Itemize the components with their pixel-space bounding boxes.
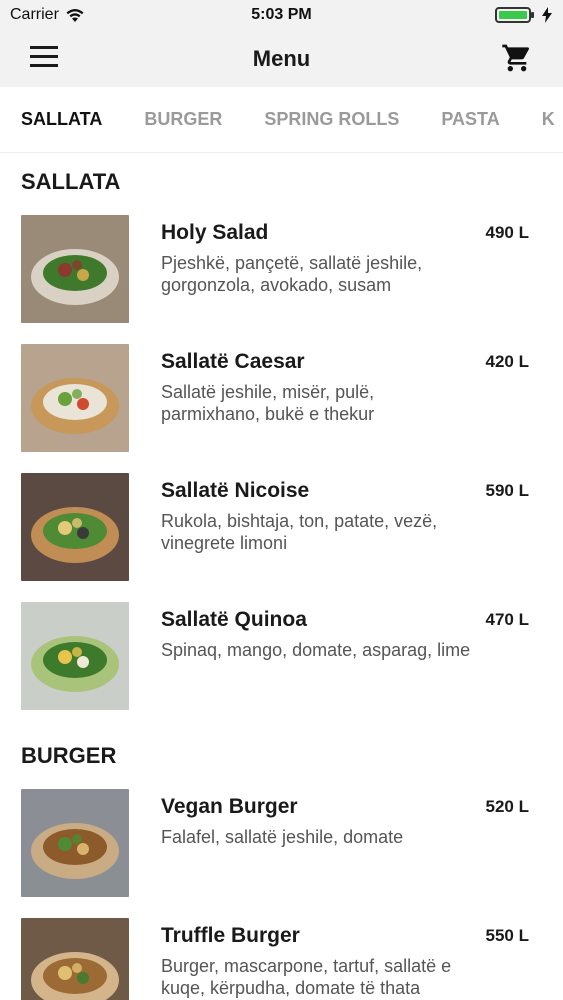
category-tabs: SALLATA BURGER SPRING ROLLS PASTA K — [0, 87, 563, 153]
item-name: Sallatë Nicoise — [161, 479, 310, 502]
wifi-icon — [66, 8, 84, 22]
battery-level — [499, 11, 527, 19]
item-name: Holy Salad — [161, 221, 269, 244]
nav-bar: Menu — [0, 30, 563, 87]
item-description: Sallatë jeshile, misër, pulë, parmixhano… — [161, 382, 375, 424]
menu-item[interactable]: Sallatë Nicoise Rukola, bishtaja, ton, pa… — [0, 469, 563, 598]
food-thumbnail — [21, 473, 129, 581]
item-description: Rukola, bishtaja, ton, patate, vezë, vin… — [161, 511, 438, 553]
menu-item[interactable]: Sallatë Caesar Sallatë jeshile, misër, pu… — [0, 340, 563, 469]
item-price: 470 L — [485, 610, 529, 629]
section-title-sallata: SALLATA — [21, 169, 121, 194]
item-description: Pjeshkë, pançetë, sallatë jeshile, gorgo… — [161, 253, 423, 295]
cart-icon[interactable] — [501, 42, 533, 74]
item-name: Vegan Burger — [161, 795, 298, 818]
menu-item[interactable]: Truffle Burger Burger, mascarpone, tartuf… — [0, 914, 563, 1000]
menu-item[interactable]: Vegan Burger Falafel, sallatë jeshile, do… — [0, 785, 563, 914]
charging-bolt-icon — [542, 7, 552, 23]
hamburger-icon[interactable] — [30, 46, 58, 70]
menu-item[interactable]: Holy Salad Pjeshkë, pançetë, sallatë jesh… — [0, 211, 563, 340]
food-thumbnail — [21, 344, 129, 452]
item-price: 550 L — [485, 926, 529, 945]
item-description: Falafel, sallatë jeshile, domate — [161, 827, 404, 847]
food-thumbnail — [21, 789, 129, 897]
tab-sallata[interactable]: SALLATA — [21, 109, 102, 130]
battery-icon — [495, 7, 534, 23]
tab-pasta[interactable]: PASTA — [441, 109, 499, 130]
item-description: Spinaq, mango, domate, asparag, lime — [161, 640, 471, 660]
tab-spring-rolls[interactable]: SPRING ROLLS — [264, 109, 399, 130]
item-name: Sallatë Caesar — [161, 350, 305, 373]
food-thumbnail — [21, 215, 129, 323]
item-name: Sallatë Quinoa — [161, 608, 307, 631]
item-description: Burger, mascarpone, tartuf, sallatë e ku… — [161, 956, 452, 998]
food-thumbnail — [21, 918, 129, 1000]
tab-k[interactable]: K — [542, 109, 555, 130]
page-title: Menu — [252, 45, 311, 71]
menu-item[interactable]: Sallatë Quinoa Spinaq, mango, domate, asp… — [0, 598, 563, 727]
status-left: Carrier — [10, 6, 85, 24]
status-bar: Carrier 5:03 PM — [0, 0, 563, 30]
carrier-label: Carrier — [10, 6, 59, 23]
menu-list: SALLATA Holy Salad Pjeshkë, pançetë, salla… — [0, 153, 563, 1000]
tab-burger[interactable]: BURGER — [144, 109, 222, 130]
food-thumbnail — [21, 602, 129, 710]
section-title-burger: BURGER — [21, 743, 117, 768]
status-right — [495, 7, 553, 23]
item-price: 590 L — [485, 481, 529, 500]
item-name: Truffle Burger — [161, 924, 300, 947]
item-price: 520 L — [485, 797, 529, 816]
item-price: 420 L — [485, 352, 529, 371]
item-price: 490 L — [485, 223, 529, 242]
